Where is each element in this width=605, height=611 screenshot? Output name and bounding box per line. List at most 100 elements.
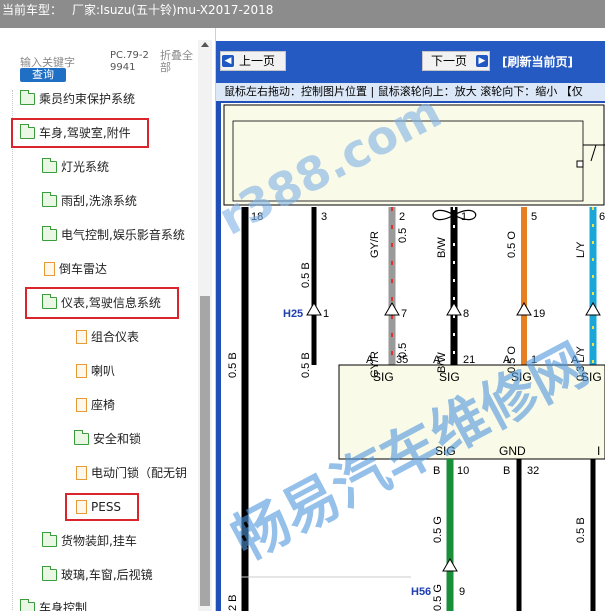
wire-label: GY/R	[369, 231, 381, 258]
query-button[interactable]: 查询	[20, 68, 66, 82]
tree-guide-line	[12, 90, 13, 610]
highlight-box-instrument	[25, 287, 179, 319]
wire-label: B/W	[436, 237, 448, 258]
tree-item-glass-windows-mirrors[interactable]: 玻璃,车窗,后视镜	[42, 563, 153, 587]
document-icon	[44, 261, 55, 276]
tree-item-cargo-trailer[interactable]: 货物装卸,挂车	[42, 529, 137, 553]
pin-label: 7	[401, 308, 407, 320]
wire-label: 0.5 O	[506, 231, 518, 258]
tree-item-security-locks[interactable]: 安全和锁	[74, 427, 141, 451]
pin-label: 1	[531, 354, 537, 366]
tree-item-seats[interactable]: 座椅	[76, 393, 115, 417]
wire-label: 0.5 B	[227, 352, 239, 378]
document-icon	[76, 397, 87, 412]
folder-icon	[42, 225, 57, 241]
collapse-all-button[interactable]: 折叠全部	[160, 50, 196, 74]
title-bar: 当前车型： 厂家:Isuzu(五十铃)mu-X2017-2018	[0, 0, 605, 28]
connector-arrow	[442, 558, 458, 572]
tree-item-horn[interactable]: 喇叭	[76, 359, 115, 383]
next-page-button[interactable]: 下一页 ▶	[422, 51, 490, 71]
wire-label: 0.5 G	[432, 516, 444, 543]
left-arrow-icon: ◀	[222, 55, 234, 67]
connector-arrow	[446, 302, 462, 316]
right-arrow-icon: ▶	[476, 55, 488, 67]
tree-item-body-control[interactable]: 车身控制	[20, 596, 87, 611]
wire-label: 2 B	[227, 594, 239, 611]
signal-label: SIG	[435, 444, 456, 458]
tree-item-instrument-cluster[interactable]: 组合仪表	[76, 325, 139, 349]
ground-label: GND	[499, 444, 526, 458]
connector-label: H25	[283, 308, 303, 320]
pin-label: 1	[323, 308, 329, 320]
scroll-up-arrow-icon[interactable]	[201, 42, 209, 47]
top-component-box	[223, 104, 605, 206]
signal-label: SIG	[373, 370, 394, 384]
folder-icon	[42, 157, 57, 173]
document-icon	[76, 465, 87, 480]
wiring-diagram[interactable]: 18 3 2 1 5 6 0.5 B GY/R 0.5 B/W 0.5 O L/…	[221, 103, 605, 611]
folder-icon	[42, 531, 57, 547]
wire-label: 0.5 B	[300, 262, 312, 288]
folder-icon	[20, 598, 35, 611]
vehicle-name: 厂家:Isuzu(五十铃)mu-X2017-2018	[72, 3, 274, 17]
refresh-page-link[interactable]: [刷新当前页]	[502, 53, 573, 70]
tree-item-occupant-restraint[interactable]: 乘员约束保护系统	[20, 87, 135, 111]
title-prefix: 当前车型：	[2, 3, 63, 17]
pin-label: 18	[251, 211, 263, 223]
pin-label: A	[366, 354, 374, 366]
prev-page-button[interactable]: ◀ 上一页	[220, 51, 286, 71]
connector-label: H56	[411, 586, 431, 598]
pin-label: 32	[527, 465, 539, 477]
tree-item-power-door-lock[interactable]: 电动门锁（配无钥	[76, 461, 187, 485]
document-icon	[76, 363, 87, 378]
pin-label: A	[503, 354, 511, 366]
pin-label: 6	[599, 211, 605, 223]
tree-item-wiper-washer[interactable]: 雨刮,洗涤系统	[42, 189, 137, 213]
connector-arrow	[585, 302, 601, 316]
highlight-box-body	[11, 118, 149, 148]
document-icon	[76, 329, 87, 344]
usage-hint: 鼠标左右拖动：控制图片位置 | 鼠标滚轮向上：放大 滚轮向下：缩小 【仅	[216, 83, 605, 101]
pin-label: B	[503, 465, 510, 477]
connector-arrow	[516, 302, 532, 316]
pin-label: 8	[463, 308, 469, 320]
tree-item-lighting[interactable]: 灯光系统	[42, 155, 109, 179]
pin-label: 9	[459, 586, 465, 598]
left-panel: 输入关键字 查询 PC.79-29941 折叠全部 乘员约束保护系统 车身,驾驶…	[0, 28, 216, 611]
signal-label: SIG	[581, 370, 602, 384]
folder-icon	[20, 89, 35, 105]
scrollbar-thumb[interactable]	[200, 296, 210, 606]
viewer-toolbar: ◀ 上一页 下一页 ▶ [刷新当前页]	[216, 41, 605, 83]
switch-terminal	[576, 160, 584, 168]
folder-icon	[42, 565, 57, 581]
wire-label: 0.5 B	[575, 517, 587, 543]
folder-icon	[74, 429, 89, 445]
wire-label: L/Y	[575, 241, 587, 258]
tree-item-electrical-entertainment[interactable]: 电气控制,娱乐影音系统	[42, 223, 185, 247]
pin-label: B	[433, 465, 440, 477]
highlight-box-pess	[65, 493, 139, 521]
pin-label: A	[571, 354, 579, 366]
pc-info: PC.79-29941	[110, 50, 149, 73]
pin-label: 35	[396, 354, 408, 366]
pin-label: 2	[399, 211, 405, 223]
pin-label: 10	[457, 465, 469, 477]
wire-label: 0.5	[397, 228, 409, 243]
diagram-viewer: ◀ 上一页 下一页 ▶ [刷新当前页] 鼠标左右拖动：控制图片位置 | 鼠标滚轮…	[216, 41, 605, 611]
wire-label: 0.5 B	[300, 352, 312, 378]
signal-label: I	[597, 444, 600, 458]
pin-label: 5	[531, 211, 537, 223]
connector-arrow	[384, 302, 400, 316]
pin-label: A	[433, 354, 441, 366]
signal-label: SIG	[439, 370, 460, 384]
pin-label: 1	[461, 211, 467, 223]
connector-arrow	[306, 302, 322, 316]
tree-scrollbar[interactable]	[198, 40, 212, 611]
folder-icon	[42, 191, 57, 207]
wiring-diagram-canvas: 18 3 2 1 5 6 0.5 B GY/R 0.5 B/W 0.5 O L/…	[223, 104, 605, 611]
pin-label: 21	[463, 354, 475, 366]
pin-label: 3	[321, 211, 327, 223]
pin-label: 19	[533, 308, 545, 320]
signal-label: SIG	[511, 370, 532, 384]
tree-item-reverse-radar[interactable]: 倒车雷达	[44, 257, 107, 281]
